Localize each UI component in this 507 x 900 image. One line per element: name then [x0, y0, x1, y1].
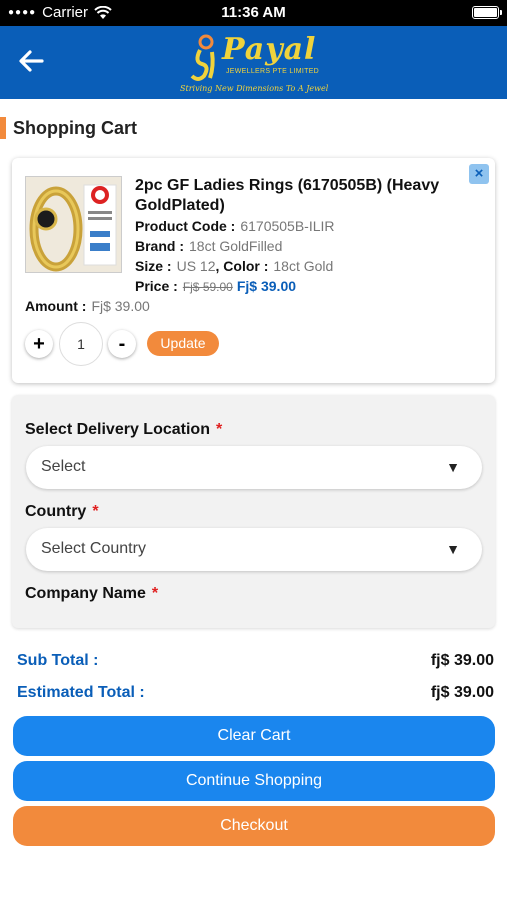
delivery-location-label: Select Delivery Location * [25, 421, 222, 439]
subtotal-label: Sub Total : [17, 652, 99, 669]
delivery-form: Select Delivery Location * Select ▼ Count… [12, 395, 495, 628]
logo-subtitle: JEWELLERS PTE LIMITED [226, 68, 320, 75]
price-label: Price : [135, 278, 178, 294]
amount-row: Amount : Fj$ 39.00 [25, 298, 150, 314]
brand-row: Brand : 18ct GoldFilled [135, 237, 282, 255]
continue-shopping-button[interactable]: Continue Shopping [13, 761, 495, 801]
estimated-total-label: Estimated Total : [17, 684, 145, 701]
dropdown-arrow-icon: ▼ [446, 459, 460, 475]
checkout-button[interactable]: Checkout [13, 806, 495, 846]
size-value: US 12 [176, 258, 216, 274]
delivery-location-select[interactable]: Select ▼ [26, 446, 482, 489]
company-name-label: Company Name * [25, 585, 158, 603]
decrease-quantity-button[interactable]: - [108, 330, 136, 358]
page-title: Shopping Cart [0, 116, 137, 140]
title-accent-bar [0, 117, 6, 139]
country-label: Country * [25, 503, 99, 521]
back-arrow-icon[interactable] [16, 46, 46, 76]
app-header: Payal JEWELLERS PTE LIMITED Striving New… [0, 26, 507, 99]
company-name-label-text: Company Name [25, 585, 146, 602]
increase-quantity-button[interactable]: + [25, 330, 53, 358]
logo-brand-text: Payal [222, 32, 317, 67]
update-button[interactable]: Update [147, 331, 219, 356]
required-mark: * [151, 585, 159, 602]
logo-emblem-icon [190, 34, 215, 81]
product-image[interactable] [25, 176, 122, 273]
product-title[interactable]: 2pc GF Ladies Rings (6170505B) (Heavy Go… [135, 176, 470, 216]
brand-label: Brand : [135, 238, 184, 254]
quantity-field[interactable]: 1 [59, 322, 103, 366]
page-title-text: Shopping Cart [13, 117, 137, 138]
dropdown-arrow-icon: ▼ [446, 541, 460, 557]
required-mark: * [215, 421, 223, 438]
clock: 11:36 AM [221, 4, 286, 21]
required-mark: * [92, 503, 99, 520]
color-label: , Color : [215, 258, 269, 274]
estimated-total-row: Estimated Total : fj$ 39.00 [17, 684, 494, 704]
sale-price: Fj$ 39.00 [236, 278, 297, 294]
size-label: Size : [135, 258, 172, 274]
amount-value: Fj$ 39.00 [91, 298, 150, 314]
status-bar: ●●●● Carrier 11:36 AM [0, 0, 507, 26]
product-code-label: Product Code : [135, 218, 236, 234]
brand-logo: Payal JEWELLERS PTE LIMITED Striving New… [176, 30, 336, 96]
delivery-location-label-text: Select Delivery Location [25, 421, 210, 438]
ring-image-icon [26, 177, 121, 272]
color-value: 18ct Gold [273, 258, 334, 274]
product-code-row: Product Code :6170505B-ILIR [135, 217, 335, 235]
subtotal-row: Sub Total : fj$ 39.00 [17, 652, 494, 672]
product-code-value: 6170505B-ILIR [240, 218, 335, 234]
country-value: Select Country [41, 540, 146, 557]
clear-cart-button[interactable]: Clear Cart [13, 716, 495, 756]
old-price: Fj$ 59.00 [182, 280, 233, 294]
subtotal-value: fj$ 39.00 [430, 652, 494, 669]
brand-value: 18ct GoldFilled [189, 238, 283, 254]
estimated-total-value: fj$ 39.00 [430, 684, 494, 701]
cart-item-card: × 2pc GF Ladies Rings (6170505B) (Heavy … [12, 158, 495, 383]
country-label-text: Country [25, 503, 87, 520]
logo-tagline: Striving New Dimensions To A Jewel [180, 84, 329, 93]
price-row: Price : Fj$ 59.00 Fj$ 39.00 [135, 277, 296, 296]
battery-icon [472, 6, 502, 19]
amount-label: Amount : [25, 298, 87, 314]
remove-item-button[interactable]: × [469, 164, 489, 184]
size-color-row: Size : US 12, Color :18ct Gold [135, 257, 333, 275]
country-select[interactable]: Select Country ▼ [26, 528, 482, 571]
delivery-location-value: Select [41, 458, 86, 475]
